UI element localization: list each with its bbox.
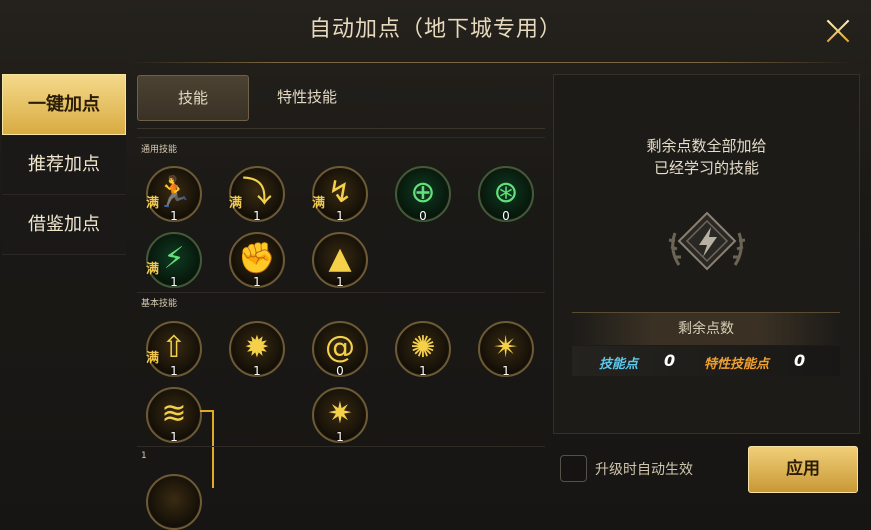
skill-backstep[interactable]: ↯ 满 1 xyxy=(312,166,368,223)
trait-points-label: 特性技能点 xyxy=(704,357,770,372)
section-divider xyxy=(137,137,545,138)
skill-lightning-strike[interactable]: ≋ 1 xyxy=(146,387,202,444)
summary-panel: 剩余点数全部加给 已经学习的技能 剩余点数 技能点 0 特性技能点 0 xyxy=(553,74,860,434)
trait-points-value: 0 xyxy=(794,351,806,370)
skill-green-dash[interactable]: ⚡ 满 1 xyxy=(146,232,202,289)
nav-item-recommended[interactable]: 推荐加点 xyxy=(2,135,126,195)
tab-skills[interactable]: 技能 xyxy=(137,75,249,121)
skill-claw-strike[interactable]: ✴ 1 xyxy=(478,321,534,378)
section-label-third: 1 xyxy=(141,451,147,461)
skill-level: 1 xyxy=(170,430,178,444)
auto-apply-label: 升级时自动生效 xyxy=(595,462,693,478)
skill-whirlwind[interactable]: @ 0 xyxy=(312,321,368,378)
skill-tabs: 技能 特性技能 xyxy=(137,75,545,125)
skill-level: 0 xyxy=(419,209,427,223)
skill-level: 1 xyxy=(170,364,178,378)
skill-points-value: 0 xyxy=(664,351,676,370)
skill-sprint[interactable]: 🏃 满 1 xyxy=(146,166,202,223)
skill-connector xyxy=(212,410,214,488)
skill-level: 1 xyxy=(336,209,344,223)
apply-button[interactable]: 应用 xyxy=(748,446,858,493)
skill-fist-burst[interactable]: ✊ 1 xyxy=(229,232,285,289)
skill-ground-slam[interactable]: ▲ 1 xyxy=(312,232,368,289)
remaining-points-header: 剩余点数 xyxy=(572,312,840,345)
left-nav: 一键加点 推荐加点 借鉴加点 xyxy=(2,74,126,255)
skill-fireball[interactable]: ✺ 1 xyxy=(395,321,451,378)
section-label-common: 通用技能 xyxy=(141,145,178,155)
section-label-basic: 基本技能 xyxy=(141,299,178,309)
dialog-title: 自动加点（地下城专用） xyxy=(308,17,562,42)
skill-level: 1 xyxy=(253,209,261,223)
skill-level: 1 xyxy=(336,275,344,289)
section-divider xyxy=(137,292,545,293)
skill-explosion[interactable]: ✹ 1 xyxy=(229,321,285,378)
lightning-emblem-icon xyxy=(668,211,746,271)
skill-level: 1 xyxy=(170,275,178,289)
skill-level: 1 xyxy=(253,275,261,289)
nav-item-one-click[interactable]: 一键加点 xyxy=(2,74,126,135)
auto-assign-dialog: 自动加点（地下城专用） 一键加点 推荐加点 借鉴加点 技能 特性技能 通用技能 … xyxy=(0,0,871,530)
summary-line-2: 已经学习的技能 xyxy=(653,159,759,177)
nav-item-reference[interactable]: 借鉴加点 xyxy=(2,195,126,255)
close-button[interactable] xyxy=(818,14,858,48)
skill-level: 1 xyxy=(253,364,261,378)
skill-crouch[interactable]: ⤵ 满 1 xyxy=(229,166,285,223)
remaining-points-row: 技能点 0 特性技能点 0 xyxy=(572,346,840,376)
skill-level: 0 xyxy=(336,364,344,378)
skill-level: 1 xyxy=(502,364,510,378)
skill-partial[interactable] xyxy=(146,474,202,530)
title-divider xyxy=(130,62,852,63)
skill-level: 1 xyxy=(336,430,344,444)
tab-trait-skills[interactable]: 特性技能 xyxy=(262,75,352,119)
skill-shatter[interactable]: ✷ 1 xyxy=(312,387,368,444)
tab-divider xyxy=(137,128,545,129)
skill-target[interactable]: ⊕ 0 xyxy=(395,166,451,223)
section-divider xyxy=(137,446,545,447)
summary-line-1: 剩余点数全部加给 xyxy=(646,137,767,155)
skill-level: 0 xyxy=(502,209,510,223)
auto-apply-checkbox[interactable] xyxy=(560,455,587,482)
skill-level: 1 xyxy=(170,209,178,223)
skill-target-plus[interactable]: ⊛ 0 xyxy=(478,166,534,223)
skill-level: 1 xyxy=(419,364,427,378)
skill-power-fist[interactable]: ⇧ 满 1 xyxy=(146,321,202,378)
skill-connector xyxy=(200,410,212,412)
skill-points-label: 技能点 xyxy=(599,357,639,372)
